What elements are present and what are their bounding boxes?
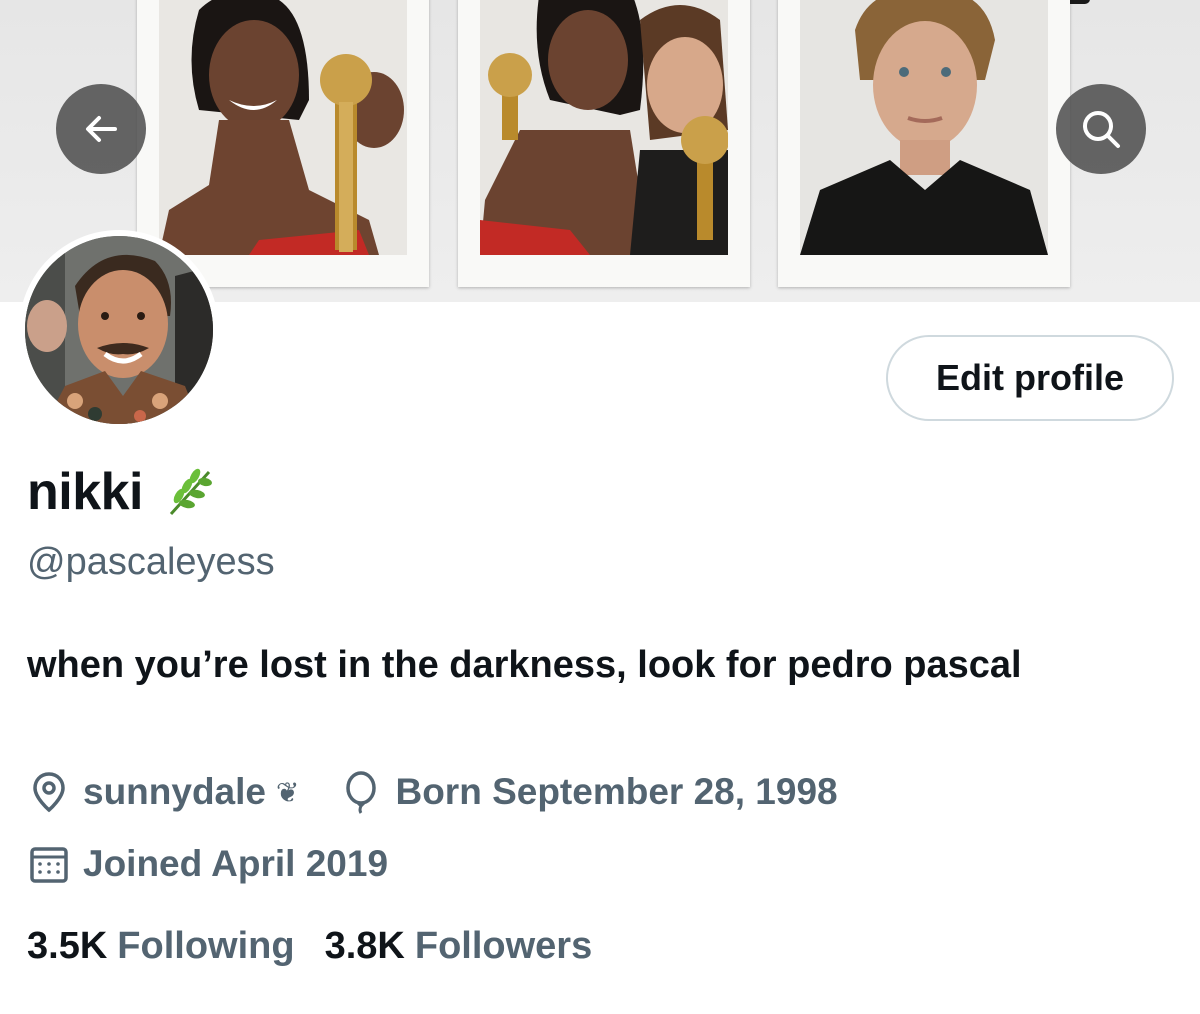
display-name: nikki <box>27 463 144 521</box>
location-pin-icon <box>27 770 71 814</box>
arrow-left-icon <box>86 116 117 142</box>
profile-bio: when you’re lost in the darkness, look f… <box>27 644 1022 686</box>
profile-avatar[interactable] <box>19 230 219 430</box>
back-button[interactable] <box>56 84 146 174</box>
user-handle: @pascaleyess <box>27 541 275 583</box>
following-count: 3.5K <box>27 925 108 967</box>
followers-count: 3.8K <box>324 925 405 967</box>
search-icon <box>1083 111 1120 148</box>
photo-illustration-3 <box>800 0 1048 255</box>
balloon-icon <box>339 770 383 814</box>
profile-meta-row: Joined April 2019 <box>27 842 388 886</box>
following-link[interactable]: 3.5K Following <box>27 925 295 968</box>
followers-link[interactable]: 3.8K Followers <box>325 925 593 968</box>
location-text: sunnydale <box>83 771 266 812</box>
birthday-item: Born September 28, 1998 <box>339 770 838 814</box>
photo-illustration-1 <box>159 0 407 255</box>
polaroid-photo-2 <box>458 0 750 287</box>
polaroid-photo-1 <box>137 0 429 287</box>
polaroid-photo-3 <box>778 0 1070 287</box>
display-name-row: nikki <box>27 462 217 522</box>
joined-item: Joined April 2019 <box>27 842 388 886</box>
follow-stats: 3.5K Following 3.8K Followers <box>27 925 592 968</box>
following-label: Following <box>117 925 295 967</box>
calendar-icon <box>27 842 71 886</box>
avatar-image <box>25 236 213 424</box>
search-button[interactable] <box>1056 84 1146 174</box>
joined-text: Joined April 2019 <box>83 843 389 884</box>
location-glyph: ❦ <box>276 776 300 808</box>
profile-meta-row: sunnydale ❦ Born September 28, 1998 <box>27 770 838 814</box>
herb-emoji-icon <box>161 464 217 520</box>
location-item: sunnydale ❦ <box>27 770 299 814</box>
birthday-text: Born September 28, 1998 <box>395 771 838 812</box>
followers-label: Followers <box>414 925 593 967</box>
edit-profile-button[interactable]: Edit profile <box>886 335 1174 421</box>
photo-illustration-2 <box>480 0 728 255</box>
